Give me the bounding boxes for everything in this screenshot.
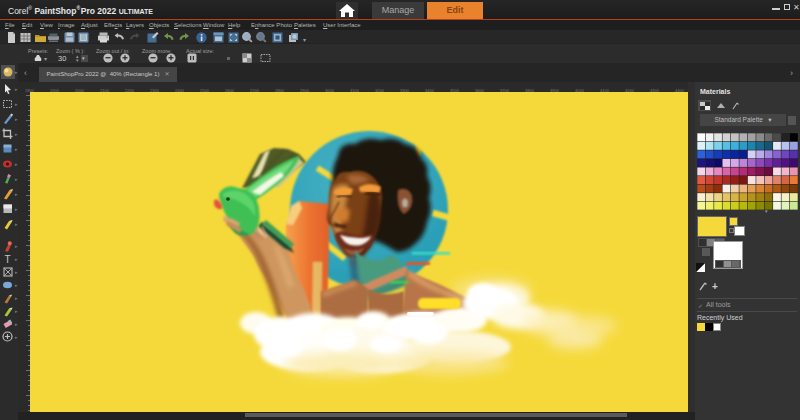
svg-text:T: T [5,254,11,265]
